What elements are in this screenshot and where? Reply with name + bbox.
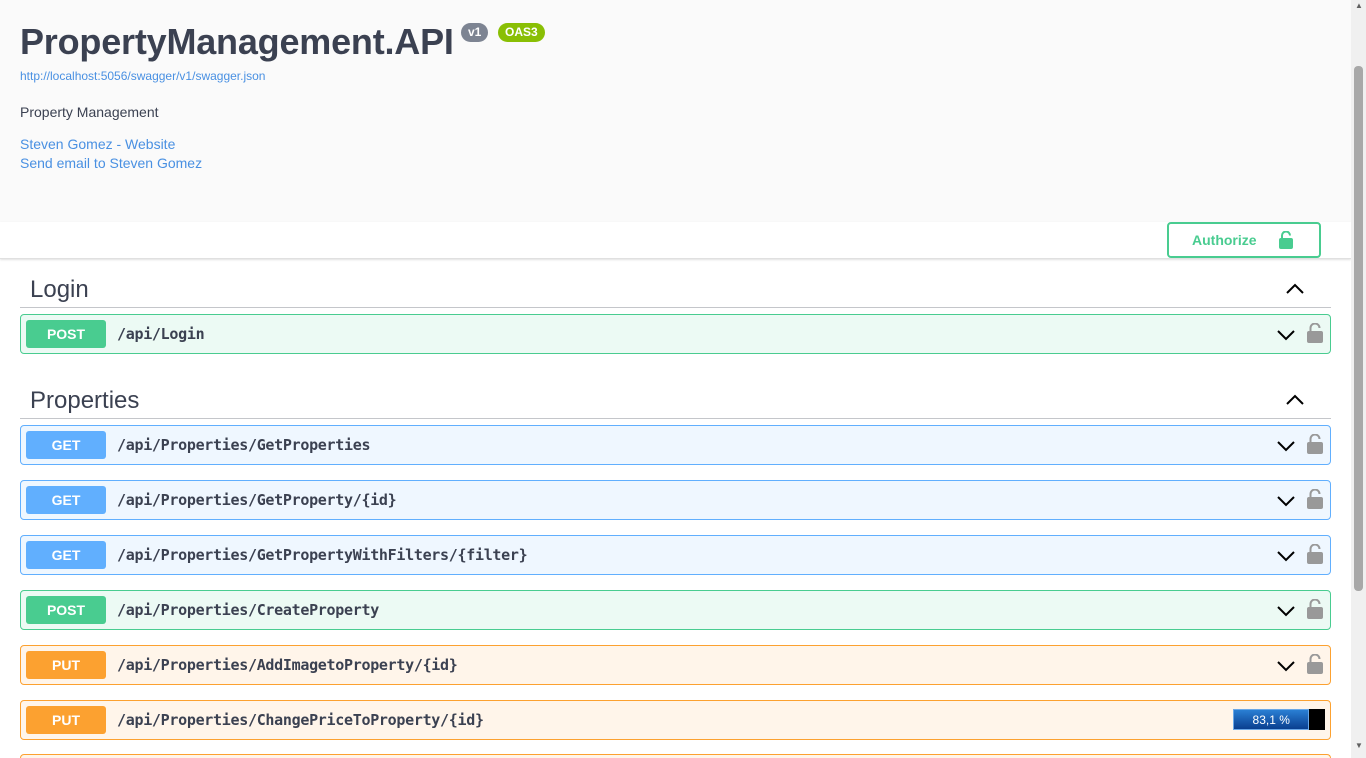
operation-put-add-image[interactable]: PUT /api/Properties/AddImagetoProperty/{… — [20, 645, 1331, 685]
scroll-thumb[interactable] — [1354, 66, 1363, 591]
chevron-down-icon[interactable] — [1275, 545, 1297, 567]
method-badge: GET — [26, 431, 106, 459]
operation-path: /api/Properties/GetProperty/{id} — [117, 491, 397, 509]
operation-get-property[interactable]: GET /api/Properties/GetProperty/{id} — [20, 480, 1331, 520]
progress-fill: 83,1 % — [1233, 709, 1310, 730]
tag-title: Login — [30, 276, 89, 303]
lock-icon[interactable] — [1307, 434, 1323, 454]
tag-header-properties[interactable]: Properties — [20, 379, 1331, 419]
progress-cap — [1321, 714, 1325, 725]
chevron-down-icon[interactable] — [1275, 490, 1297, 512]
method-badge: PUT — [26, 651, 106, 679]
info-section: PropertyManagement.API v1 OAS3 http://lo… — [0, 0, 1351, 222]
method-badge: PUT — [26, 706, 106, 734]
chevron-down-icon[interactable] — [1275, 324, 1297, 346]
chevron-down-icon[interactable] — [1275, 600, 1297, 622]
method-badge: POST — [26, 596, 106, 624]
scroll-down-arrow-icon[interactable]: ▼ — [1355, 742, 1363, 750]
next-operation-edge[interactable] — [20, 754, 1331, 758]
authorize-button[interactable]: Authorize — [1167, 222, 1321, 258]
method-badge: GET — [26, 486, 106, 514]
chevron-up-icon[interactable] — [1284, 278, 1306, 300]
lock-icon[interactable] — [1307, 489, 1323, 509]
version-badge: v1 — [461, 23, 489, 42]
scroll-up-arrow-icon[interactable]: ▲ — [1355, 2, 1363, 10]
api-title: PropertyManagement.API — [20, 21, 454, 62]
chevron-down-icon[interactable] — [1275, 655, 1297, 677]
api-description: Property Management — [20, 104, 159, 120]
lock-icon[interactable] — [1307, 323, 1323, 343]
operation-path: /api/Properties/GetProperties — [117, 436, 371, 454]
operation-post-create-property[interactable]: POST /api/Properties/CreateProperty — [20, 590, 1331, 630]
operation-path: /api/Properties/CreateProperty — [117, 601, 379, 619]
operation-path: /api/Properties/AddImagetoProperty/{id} — [117, 656, 458, 674]
authorize-label: Authorize — [1192, 232, 1257, 248]
unlocked-lock-icon — [1278, 231, 1293, 249]
operation-get-property-with-filters[interactable]: GET /api/Properties/GetPropertyWithFilte… — [20, 535, 1331, 575]
spec-url-link[interactable]: http://localhost:5056/swagger/v1/swagger… — [20, 69, 265, 83]
method-badge: POST — [26, 320, 106, 348]
tag-title: Properties — [30, 387, 140, 414]
operation-get-properties[interactable]: GET /api/Properties/GetProperties — [20, 425, 1331, 465]
operation-path: /api/Properties/ChangePriceToProperty/{i… — [117, 711, 484, 729]
contact-website-link[interactable]: Steven Gomez - Website — [20, 136, 175, 152]
operation-put-change-price[interactable]: PUT /api/Properties/ChangePriceToPropert… — [20, 700, 1331, 740]
operation-path: /api/Properties/GetPropertyWithFilters/{… — [117, 546, 528, 564]
operation-path: /api/Login — [117, 325, 205, 343]
vertical-scrollbar[interactable]: ▲ ▼ — [1351, 0, 1366, 758]
tag-header-login[interactable]: Login — [20, 268, 1331, 308]
chevron-up-icon[interactable] — [1284, 389, 1306, 411]
chevron-down-icon[interactable] — [1275, 435, 1297, 457]
lock-icon[interactable] — [1307, 599, 1323, 619]
contact-email-link[interactable]: Send email to Steven Gomez — [20, 155, 202, 171]
operation-post-login[interactable]: POST /api/Login — [20, 314, 1331, 354]
progress-overlay: 83,1 % — [1233, 709, 1325, 730]
lock-icon[interactable] — [1307, 544, 1323, 564]
scheme-container: Authorize — [0, 222, 1351, 259]
lock-icon[interactable] — [1307, 654, 1323, 674]
method-badge: GET — [26, 541, 106, 569]
oas-badge: OAS3 — [498, 23, 545, 42]
